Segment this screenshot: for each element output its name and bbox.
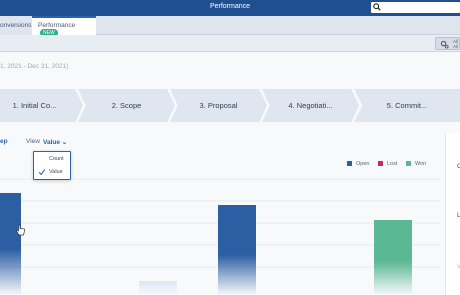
summary-card: C L V	[445, 133, 460, 295]
option-label: Value	[49, 169, 63, 175]
tab-conversions[interactable]: onversions	[0, 16, 32, 35]
legend-swatch	[347, 161, 352, 166]
stage-label: 4. Negotiati...	[288, 101, 333, 110]
option-label: Count	[49, 156, 64, 162]
stage-commit[interactable]: 5. Commit...	[354, 89, 460, 122]
tab-bar: onversions Performance NEW	[0, 16, 460, 37]
stage-label: 5. Commit...	[386, 101, 428, 110]
legend-won: Won	[406, 161, 426, 167]
settings-icon	[440, 40, 449, 49]
legend-label: Open	[356, 161, 370, 167]
view-dropdown-menu: Count Value	[33, 151, 71, 180]
view-option-count[interactable]: Count	[34, 154, 72, 166]
bar-open[interactable]	[0, 193, 21, 295]
group-by-select[interactable]: ep	[0, 138, 8, 145]
stage-negotiation[interactable]: 4. Negotiati...	[262, 89, 359, 122]
legend-swatch	[406, 161, 411, 166]
stage-scope[interactable]: 2. Scope	[78, 89, 175, 122]
search-icon	[373, 3, 381, 11]
filter-label-2: All	[453, 44, 459, 49]
legend-swatch	[378, 161, 383, 166]
tab-performance[interactable]: Performance NEW	[32, 16, 96, 37]
stage-label: 1. Initial Co...	[12, 101, 57, 110]
stage-initial-contact[interactable]: 1. Initial Co...	[0, 89, 83, 122]
stage-proposal[interactable]: 3. Proposal	[170, 89, 267, 122]
bar-open[interactable]	[218, 205, 256, 295]
title-bar: Performance	[0, 0, 460, 16]
date-range: 1, 2021 - Dec 31, 2021)	[0, 63, 69, 70]
stage-label: 3. Proposal	[199, 101, 238, 110]
legend-open: Open	[347, 161, 369, 167]
checkmark-icon	[38, 169, 46, 176]
search-input[interactable]	[371, 2, 460, 13]
filter-button[interactable]: All All	[435, 37, 460, 50]
view-select[interactable]: Value ⌄	[43, 138, 67, 146]
bar-won[interactable]	[374, 220, 412, 295]
legend-lost: Lost	[378, 161, 397, 167]
legend-label: Lost	[387, 161, 398, 167]
tab-performance-label: Performance	[38, 22, 76, 29]
view-label: View	[26, 138, 40, 145]
chevron-down-icon: ⌄	[61, 139, 68, 146]
stage-label: 2. Scope	[111, 101, 142, 110]
view-option-value[interactable]: Value	[34, 167, 72, 179]
filter-strip: All All	[0, 35, 460, 52]
bar-open[interactable]	[139, 281, 177, 295]
stage-funnel: 1. Initial Co... 2. Scope 3. Proposal 4.…	[0, 89, 460, 122]
view-select-value: Value	[43, 139, 60, 146]
legend-label: Won	[415, 161, 427, 167]
hand-cursor-icon	[16, 224, 25, 236]
tab-conversions-label: onversions	[0, 22, 32, 29]
stage-chart	[0, 178, 440, 295]
